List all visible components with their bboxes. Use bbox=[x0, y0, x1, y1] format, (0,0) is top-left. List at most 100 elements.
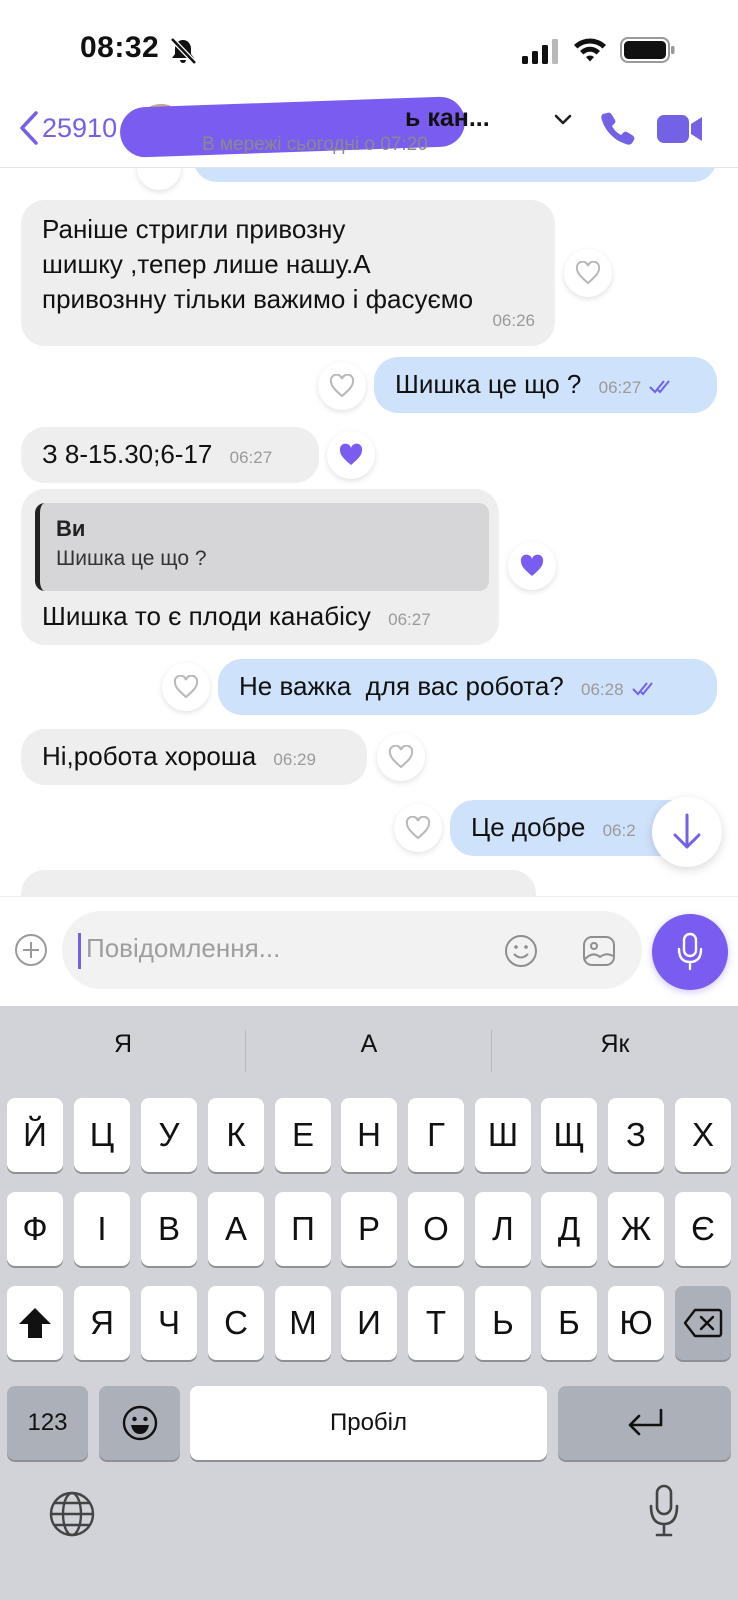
space-key[interactable]: Пробіл bbox=[190, 1386, 547, 1460]
heart-outline-icon bbox=[329, 374, 355, 398]
message-time: 06:26 bbox=[492, 311, 535, 330]
message-text: шишку ,тепер лише нашу.А bbox=[42, 249, 371, 279]
message-time: 06:27 bbox=[388, 610, 431, 629]
key[interactable]: С bbox=[208, 1286, 264, 1360]
scroll-down-button[interactable] bbox=[652, 797, 722, 867]
voice-message-button[interactable] bbox=[652, 914, 728, 990]
key[interactable]: К bbox=[208, 1098, 264, 1172]
backspace-icon bbox=[683, 1308, 723, 1338]
message-placeholder: Повідомлення... bbox=[86, 933, 281, 963]
quote-text: Шишка це що ? bbox=[56, 547, 207, 570]
battery-icon bbox=[620, 37, 675, 63]
key[interactable]: Ф bbox=[7, 1192, 63, 1266]
signal-icon bbox=[522, 39, 558, 64]
key[interactable]: З bbox=[608, 1098, 664, 1172]
key[interactable]: О bbox=[408, 1192, 464, 1266]
like-button[interactable] bbox=[508, 542, 556, 590]
message-in[interactable]: Ні,робота хороша 06:29 bbox=[21, 729, 367, 785]
smiley-icon[interactable] bbox=[503, 933, 539, 969]
like-button[interactable] bbox=[162, 663, 210, 711]
key[interactable]: Ч bbox=[141, 1286, 197, 1360]
back-button[interactable]: 25910 bbox=[18, 110, 117, 146]
microphone-icon bbox=[677, 932, 703, 971]
key[interactable]: Л bbox=[475, 1192, 531, 1266]
status-time: 08:32 bbox=[80, 31, 160, 64]
like-button[interactable] bbox=[564, 249, 612, 297]
dictation-icon[interactable] bbox=[648, 1484, 680, 1538]
key[interactable]: Ж bbox=[608, 1192, 664, 1266]
video-camera-icon[interactable] bbox=[656, 112, 704, 146]
numbers-key[interactable]: 123 bbox=[7, 1386, 88, 1460]
key[interactable]: Ц bbox=[74, 1098, 130, 1172]
key[interactable]: П bbox=[275, 1192, 331, 1266]
key[interactable]: Г bbox=[408, 1098, 464, 1172]
key[interactable]: Ю bbox=[608, 1286, 664, 1360]
plus-circle-icon[interactable] bbox=[14, 933, 48, 967]
quote-author: Ви bbox=[56, 516, 86, 541]
shift-key[interactable] bbox=[7, 1286, 63, 1360]
key[interactable]: Б bbox=[541, 1286, 597, 1360]
key[interactable]: И bbox=[341, 1286, 397, 1360]
message-out[interactable]: Не важка для вас робота? 06:28 bbox=[218, 659, 717, 715]
key[interactable]: Х bbox=[675, 1098, 731, 1172]
keyboard: Я А Як Й Ц У К Е Н Г Ш Щ З Х Ф І В А П Р… bbox=[0, 1006, 738, 1600]
key[interactable]: Д bbox=[541, 1192, 597, 1266]
return-key[interactable] bbox=[558, 1386, 731, 1460]
message-in[interactable]: Раніше стригли привозну шишку ,тепер лиш… bbox=[21, 200, 555, 346]
key[interactable]: Т bbox=[408, 1286, 464, 1360]
key[interactable]: Є bbox=[675, 1192, 731, 1266]
key[interactable]: Р bbox=[341, 1192, 397, 1266]
key[interactable]: У bbox=[141, 1098, 197, 1172]
heart-outline-icon bbox=[173, 675, 199, 699]
key[interactable]: Й bbox=[7, 1098, 63, 1172]
like-button[interactable] bbox=[377, 733, 425, 781]
message-text: Шишка це що ? bbox=[395, 369, 582, 399]
heart-outline-icon bbox=[388, 745, 414, 769]
chevron-left-icon bbox=[20, 111, 38, 145]
like-button[interactable] bbox=[394, 804, 442, 852]
emoji-key[interactable] bbox=[99, 1386, 180, 1460]
globe-icon[interactable] bbox=[48, 1490, 96, 1538]
heart-filled-icon bbox=[520, 554, 544, 576]
key[interactable]: А bbox=[208, 1192, 264, 1266]
key[interactable]: Е bbox=[275, 1098, 331, 1172]
message-text: Не важка для вас робота? bbox=[239, 671, 564, 701]
key[interactable]: В bbox=[141, 1192, 197, 1266]
suggestion-item[interactable]: Як bbox=[492, 1030, 738, 1059]
chevron-down-icon[interactable] bbox=[553, 112, 573, 128]
like-button[interactable] bbox=[318, 362, 366, 410]
double-check-icon bbox=[632, 682, 653, 696]
reply-quote[interactable]: Ви Шишка це що ? bbox=[35, 503, 489, 591]
emoji-key-icon bbox=[122, 1405, 157, 1441]
sticker-icon[interactable] bbox=[581, 933, 617, 969]
phone-icon[interactable] bbox=[600, 110, 636, 146]
like-button[interactable] bbox=[137, 168, 181, 190]
key[interactable]: Щ bbox=[541, 1098, 597, 1172]
message-time: 06:29 bbox=[273, 750, 316, 769]
key[interactable]: Н bbox=[341, 1098, 397, 1172]
message-input[interactable]: Повідомлення... bbox=[62, 911, 642, 989]
chat-title[interactable]: ь кан... bbox=[405, 104, 490, 133]
message-text: привознну тільки важимо і фасуємо bbox=[42, 284, 474, 314]
message-in-reply[interactable]: Ви Шишка це що ? Шишка то є плоди канабі… bbox=[21, 489, 499, 645]
key[interactable]: Ь bbox=[475, 1286, 531, 1360]
key[interactable]: Ш bbox=[475, 1098, 531, 1172]
chat-area[interactable]: Раніше стригли привозну шишку ,тепер лиш… bbox=[0, 168, 738, 896]
chat-subtitle: В мережі сьогодні о 07:20 bbox=[202, 134, 428, 155]
bell-slash-icon bbox=[170, 37, 197, 65]
key[interactable]: І bbox=[74, 1192, 130, 1266]
message-out[interactable]: Шишка це що ? 06:27 bbox=[374, 357, 717, 413]
backspace-key[interactable] bbox=[675, 1286, 731, 1360]
suggestion-bar: Я А Як bbox=[0, 1006, 738, 1098]
message-time: 06:2 bbox=[602, 821, 636, 840]
arrow-down-icon bbox=[673, 813, 701, 849]
message-text: Раніше стригли привозну bbox=[42, 214, 346, 244]
key[interactable]: Я bbox=[74, 1286, 130, 1360]
suggestion-item[interactable]: Я bbox=[0, 1030, 246, 1059]
message-in[interactable]: З 8-15.30;6-17 06:27 bbox=[21, 427, 319, 483]
like-button[interactable] bbox=[327, 431, 375, 479]
message-time: 06:27 bbox=[229, 448, 273, 467]
message-in-partial bbox=[21, 870, 536, 896]
suggestion-item[interactable]: А bbox=[246, 1030, 492, 1059]
key[interactable]: М bbox=[275, 1286, 331, 1360]
